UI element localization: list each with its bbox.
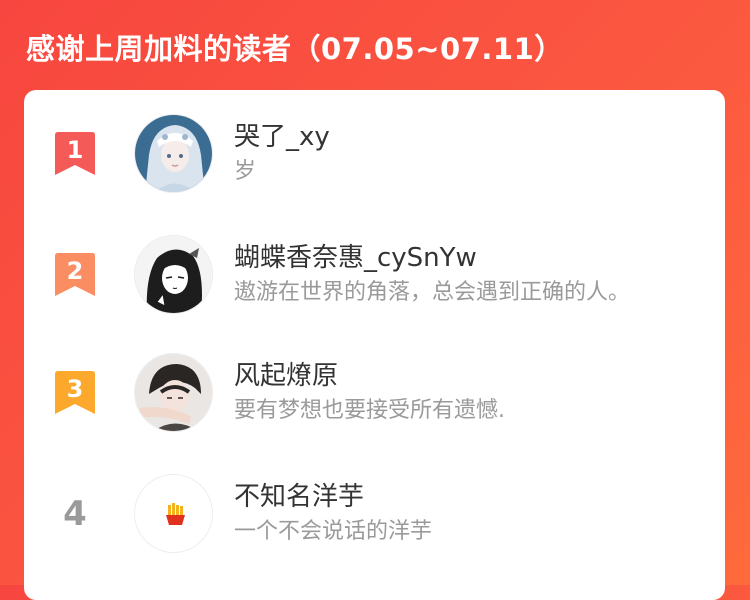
page-title: 感谢上周加料的读者（07.05~07.11） xyxy=(26,32,564,66)
avatar[interactable] xyxy=(134,114,213,193)
fries-icon xyxy=(135,475,212,552)
reader-signature: 要有梦想也要接受所有遗憾. xyxy=(234,398,505,423)
avatar[interactable] xyxy=(134,353,213,432)
reader-signature: 岁 xyxy=(234,159,257,184)
reader-row[interactable]: 2 蝴蝶香奈惠_cySnYw 遨游在世界的角落，总会遇到正确的人。 xyxy=(24,235,725,315)
reader-name[interactable]: 不知名洋芋 xyxy=(234,481,364,513)
rank-number: 1 xyxy=(66,136,84,164)
rank-number: 3 xyxy=(66,375,84,403)
reader-name[interactable]: 蝴蝶香奈惠_cySnYw xyxy=(234,242,477,274)
reader-signature: 遨游在世界的角落，总会遇到正确的人。 xyxy=(234,280,631,305)
rank-badge-gold-icon: 1 xyxy=(55,132,95,176)
rank-badge-silver-icon: 2 xyxy=(55,253,95,297)
avatar[interactable] xyxy=(134,474,213,553)
reader-signature: 一个不会说话的洋芋 xyxy=(234,519,433,544)
rank-number: 2 xyxy=(66,257,84,285)
reader-row[interactable]: 3 风起燎原 要有梦想也要接受所有遗憾. xyxy=(24,353,725,433)
reader-name[interactable]: 风起燎原 xyxy=(234,360,338,392)
reader-row[interactable]: 1 哭了_xy 岁 xyxy=(24,114,725,194)
avatar[interactable] xyxy=(134,235,213,314)
rank-badge-bronze-icon: 3 xyxy=(55,371,95,415)
reader-row[interactable]: 4 不知名洋芋 一个不会说话的洋芋 xyxy=(24,474,725,554)
reader-name[interactable]: 哭了_xy xyxy=(234,121,330,153)
rank-number: 4 xyxy=(63,494,87,534)
reader-list-card: 1 哭了_xy 岁 2 蝴蝶香奈惠_cySnYw 遨游在世界的角落，总会遇到正确… xyxy=(24,90,725,600)
